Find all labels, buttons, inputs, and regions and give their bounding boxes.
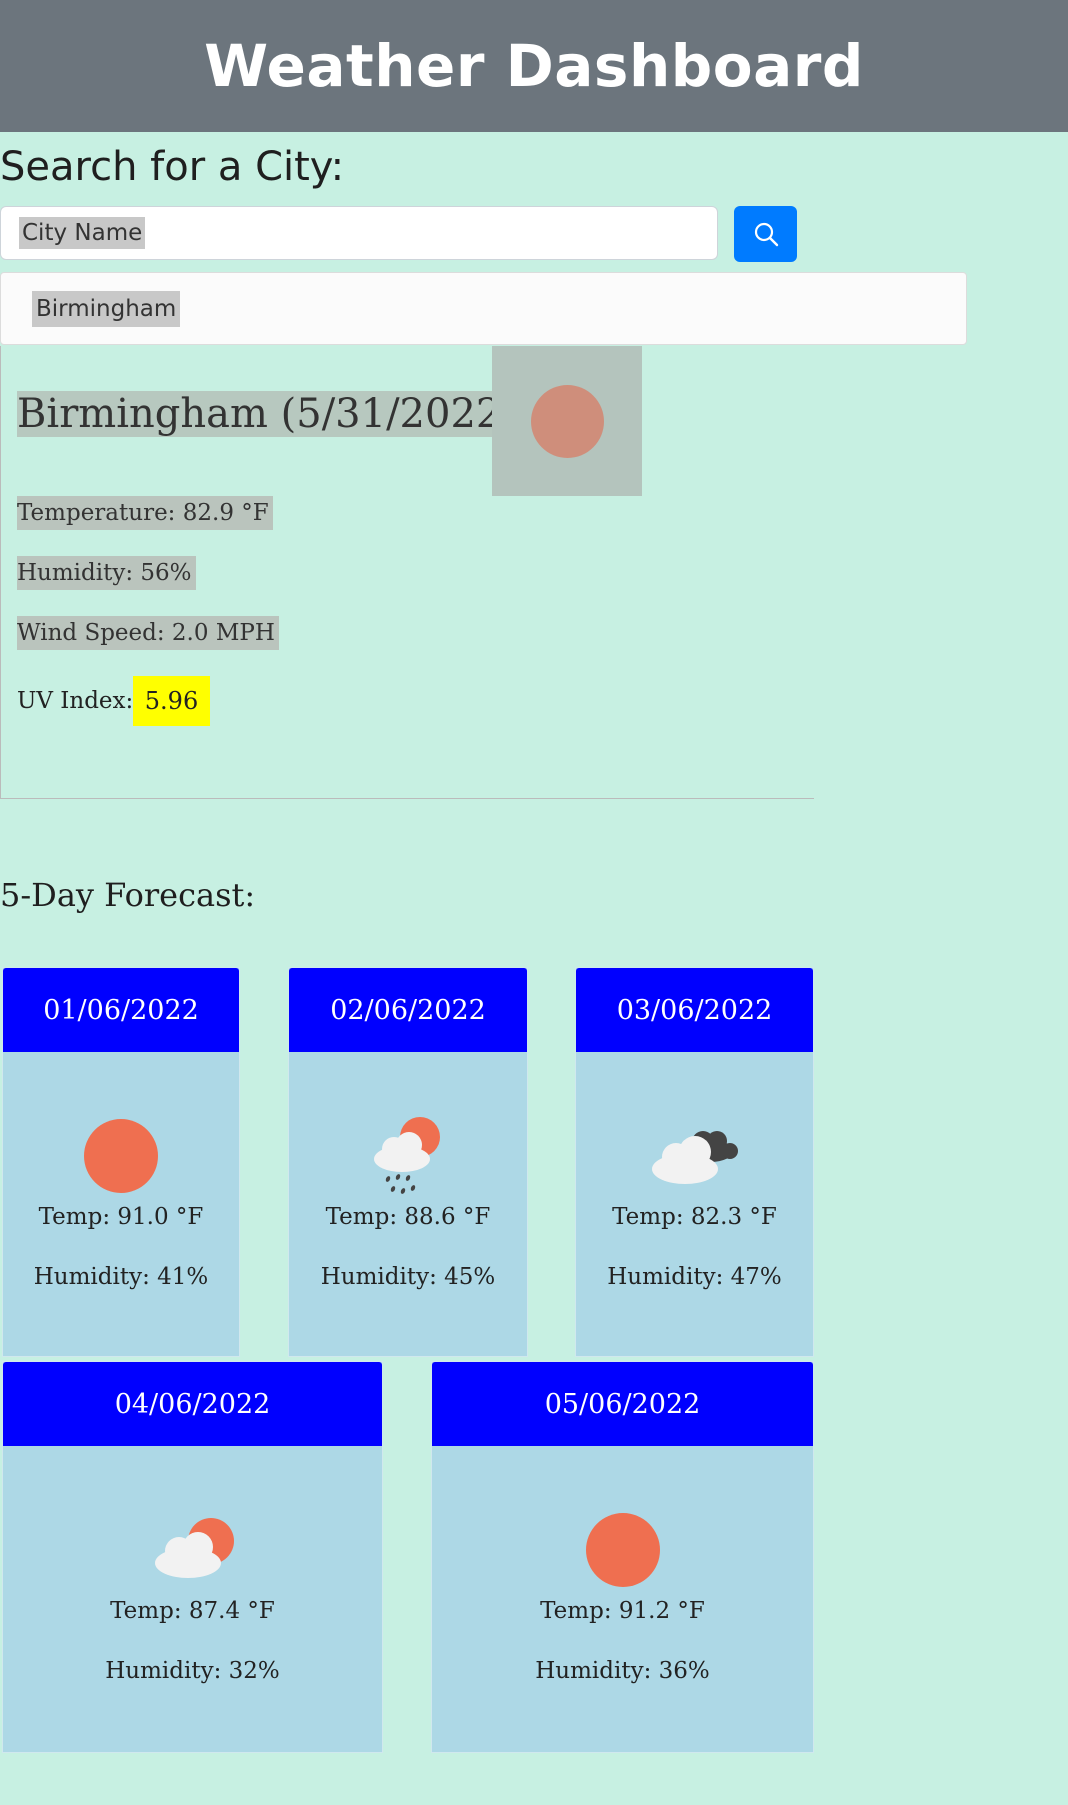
uv-index-badge: 5.96 — [133, 676, 210, 726]
page-header: Weather Dashboard — [0, 0, 1068, 132]
dark-clouds-icon — [651, 1131, 738, 1184]
forecast-humidity: Humidity: 32% — [105, 1658, 280, 1684]
history-item-birmingham[interactable]: Birmingham — [0, 272, 967, 345]
current-temperature: Temperature: 82.9 °F — [17, 496, 273, 530]
sun-icon — [585, 1513, 660, 1587]
sun-icon — [531, 385, 604, 458]
forecast-card: 01/06/2022 Temp: 91.0 °F Humidity: 41% — [2, 967, 240, 1357]
search-icon — [754, 222, 778, 247]
forecast-card: 02/06/2022 Temp: 88.6 °F Humidity: 45% — [288, 967, 528, 1357]
page-title: Weather Dashboard — [204, 32, 864, 100]
forecast-date: 02/06/2022 — [289, 968, 527, 1052]
current-weather-panel: Birmingham (5/31/2022) Temperature: 82.9… — [0, 346, 814, 799]
city-input-placeholder: City Name — [19, 217, 146, 249]
current-city-title: Birmingham (5/31/2022) — [17, 391, 527, 437]
forecast-temp: Temp: 82.3 °F — [612, 1204, 777, 1230]
rain-sun-icon — [374, 1117, 440, 1194]
search-button[interactable] — [734, 206, 797, 262]
forecast-humidity: Humidity: 36% — [535, 1658, 710, 1684]
forecast-temp: Temp: 91.2 °F — [540, 1598, 705, 1624]
sun-icon — [84, 1119, 158, 1193]
forecast-date: 04/06/2022 — [3, 1362, 382, 1446]
forecast-temp: Temp: 88.6 °F — [325, 1204, 491, 1230]
current-weather-icon — [492, 346, 642, 496]
forecast-humidity: Humidity: 47% — [607, 1264, 782, 1290]
city-search-input[interactable]: City Name — [0, 206, 718, 260]
forecast-date: 01/06/2022 — [3, 968, 239, 1052]
forecast-card: 03/06/2022 Temp: 82.3 °F Humidity: 47% — [575, 967, 814, 1357]
history-item-label: Birmingham — [32, 290, 181, 327]
forecast-title: 5-Day Forecast: — [0, 876, 256, 914]
forecast-card: 05/06/2022 Temp: 91.2 °F Humidity: 36% — [431, 1361, 814, 1753]
uv-index-label: UV Index: — [17, 688, 134, 714]
forecast-temp: Temp: 87.4 °F — [110, 1598, 275, 1624]
forecast-date: 05/06/2022 — [432, 1362, 813, 1446]
partly-cloudy-icon — [154, 1518, 234, 1578]
search-heading: Search for a City: — [0, 144, 345, 190]
current-wind-speed: Wind Speed: 2.0 MPH — [17, 616, 279, 650]
forecast-humidity: Humidity: 45% — [320, 1264, 496, 1290]
forecast-date: 03/06/2022 — [576, 968, 813, 1052]
forecast-temp: Temp: 91.0 °F — [38, 1204, 204, 1230]
current-humidity: Humidity: 56% — [17, 556, 196, 590]
forecast-humidity: Humidity: 41% — [33, 1264, 209, 1290]
forecast-card: 04/06/2022 Temp: 87.4 °F Humidity: 32% — [2, 1361, 383, 1753]
